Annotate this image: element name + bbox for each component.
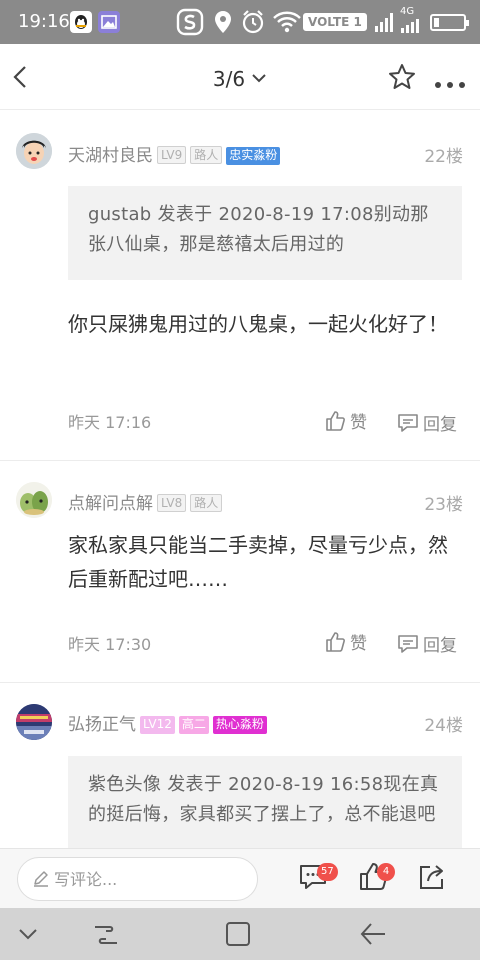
thumbs-up-icon	[326, 632, 345, 652]
reply-button[interactable]: 回复	[397, 410, 457, 435]
wifi-icon	[272, 8, 302, 40]
username-text: 点解问点解	[68, 494, 153, 514]
share-button[interactable]	[416, 861, 452, 897]
pencil-icon	[32, 870, 50, 892]
comment-input[interactable]	[54, 866, 244, 892]
chevron-down-icon	[251, 64, 267, 88]
clock: 19:16	[18, 11, 70, 32]
quoted-comment[interactable]: gustab 发表于 2020-8-19 17:08别动那张八仙桌，那是慈禧太后…	[68, 186, 462, 280]
avatar[interactable]	[16, 704, 52, 740]
reply-label: 回复	[423, 636, 457, 656]
comment-time: 昨天 17:30	[68, 635, 152, 654]
page-indicator: 3/6	[212, 67, 246, 91]
comment-time: 昨天 17:16	[68, 413, 152, 432]
more-icon[interactable]	[434, 74, 466, 93]
reply-button[interactable]: 回复	[397, 631, 457, 656]
location-icon	[212, 8, 234, 40]
share-icon	[420, 865, 443, 889]
back-nav-icon[interactable]	[358, 920, 388, 952]
thumbs-up-icon	[326, 411, 345, 431]
comment-box[interactable]	[17, 857, 258, 901]
star-icon[interactable]	[387, 62, 417, 96]
system-nav-bar	[0, 908, 480, 960]
recent-apps-icon[interactable]	[92, 921, 120, 953]
floor-number: 22楼	[424, 147, 463, 167]
reply-icon	[398, 635, 418, 653]
rank-badge: 路人	[190, 494, 223, 512]
level-badge: LV8	[157, 494, 187, 512]
avatar[interactable]	[16, 482, 52, 518]
like-button[interactable]: 赞	[324, 629, 367, 654]
network-type: 4G	[400, 6, 415, 17]
alarm-icon	[240, 8, 266, 40]
volte-indicator: VOLTE 1	[303, 13, 367, 31]
hide-keyboard-icon[interactable]	[16, 924, 40, 948]
fan-badge: 热心淼粉	[212, 716, 267, 734]
comment-item: 点解问点解 LV8 路人 23楼 家私家具只能当二手卖掉，尽量亏少点，然后重新配过吧…	[0, 461, 480, 682]
username[interactable]: 天湖村良民 LV9 路人 忠实淼粉	[68, 141, 281, 166]
bottom-bar: 57 4	[0, 848, 480, 908]
rank-badge: 路人	[190, 146, 223, 164]
rank-badge: 高二	[178, 716, 209, 734]
fan-badge: 忠实淼粉	[226, 147, 281, 165]
username-text: 天湖村良民	[68, 146, 153, 166]
quoted-comment[interactable]: 紫色头像 发表于 2020-8-19 16:58现在真的挺后悔，家具都买了摆上了…	[68, 756, 462, 848]
avatar[interactable]	[16, 133, 52, 169]
status-bar: 19:16 VOLTE 1 4G	[0, 0, 480, 44]
level-badge: LV9	[157, 146, 187, 164]
reply-label: 回复	[423, 415, 457, 435]
gallery-notification-icon	[98, 11, 120, 33]
home-icon[interactable]	[224, 920, 252, 952]
like-button[interactable]: 赞	[324, 408, 367, 433]
like-count-badge: 4	[377, 863, 395, 881]
signal-icon-2	[400, 18, 424, 38]
level-badge: LV12	[140, 716, 175, 734]
username[interactable]: 弘扬正气 LV12 高二 热心淼粉	[68, 710, 267, 735]
like-label: 赞	[350, 413, 367, 433]
reply-icon	[398, 414, 418, 432]
top-nav: 3/6	[0, 44, 480, 110]
comment-content: 家私家具只能当二手卖掉，尽量亏少点，然后重新配过吧……	[68, 533, 448, 591]
battery-icon	[430, 14, 469, 31]
battery-level	[434, 18, 439, 27]
floor-number: 23楼	[424, 495, 463, 515]
sogou-icon	[176, 8, 204, 40]
comment-item: 天湖村良民 LV9 路人 忠实淼粉 22楼 gustab 发表于 2020-8-19 …	[0, 111, 480, 460]
signal-icon	[374, 8, 398, 40]
comment-count-badge: 57	[317, 863, 338, 881]
username-text: 弘扬正气	[68, 715, 136, 735]
comment-item: 弘扬正气 LV12 高二 热心淼粉 24楼 紫色头像 发表于 2020-8-19 16…	[0, 683, 480, 848]
qq-notification-icon	[70, 11, 92, 33]
floor-number: 24楼	[424, 716, 463, 736]
comment-content: 你只屎狒鬼用过的八鬼桌，一起火化好了！	[68, 312, 448, 336]
username[interactable]: 点解问点解 LV8 路人	[68, 489, 223, 514]
like-label: 赞	[350, 634, 367, 654]
